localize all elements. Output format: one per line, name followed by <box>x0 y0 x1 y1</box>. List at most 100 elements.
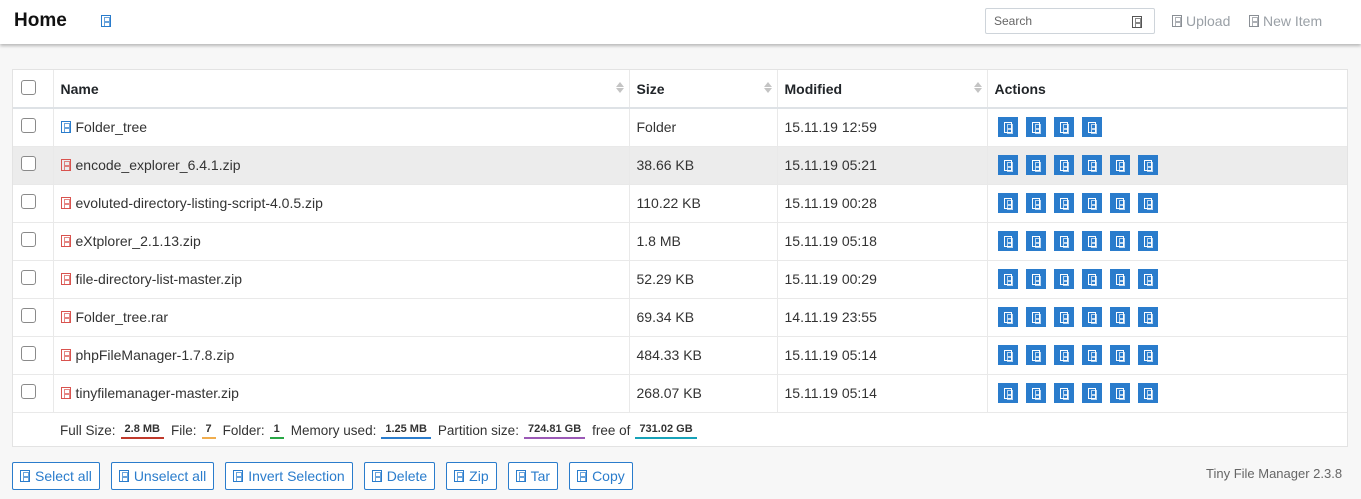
action-edit-button[interactable] <box>997 383 1018 403</box>
page-title[interactable]: Home <box>14 10 67 32</box>
row-checkbox[interactable] <box>21 156 36 171</box>
action-delete-button[interactable] <box>1137 155 1158 175</box>
action-link-button[interactable] <box>1081 193 1102 213</box>
action-download-button[interactable] <box>1109 307 1130 327</box>
table-row[interactable]: evoluted-directory-listing-script-4.0.5.… <box>13 183 1347 222</box>
row-checkbox[interactable] <box>21 232 36 247</box>
upload-link[interactable]: Upload <box>1172 13 1230 29</box>
unselect-all-button[interactable]: Unselect all <box>110 462 215 490</box>
file-link[interactable]: Folder_tree.rar <box>60 309 168 325</box>
action-edit-button[interactable] <box>997 231 1018 251</box>
file-count-label: File: <box>171 422 197 438</box>
file-link[interactable]: eXtplorer_2.1.13.zip <box>60 233 201 249</box>
copy-button[interactable]: Copy <box>569 462 633 490</box>
column-header-name[interactable]: Name <box>53 70 630 109</box>
link-icon <box>1087 197 1097 210</box>
action-rename-button[interactable] <box>1025 193 1046 213</box>
file-link[interactable]: file-directory-list-master.zip <box>60 270 242 287</box>
table-row[interactable]: tinyfilemanager-master.zip 268.07 KB 15.11… <box>13 373 1347 412</box>
column-header-modified[interactable]: Modified <box>777 70 988 109</box>
table-row[interactable]: encode_explorer_6.4.1.zip 38.66 KB 15.11.1… <box>13 145 1347 184</box>
file-link[interactable]: phpFileManager-1.7.8.zip <box>60 347 234 363</box>
search-input[interactable] <box>986 9 1126 33</box>
name-cell: file-directory-list-master.zip <box>53 259 630 298</box>
action-copy-button[interactable] <box>1053 269 1074 289</box>
action-download-button[interactable] <box>1109 345 1130 365</box>
action-rename-button[interactable] <box>1025 345 1046 365</box>
select-all-checkbox[interactable] <box>21 79 36 95</box>
action-link-button[interactable] <box>1081 269 1102 289</box>
name-cell: Folder_tree <box>53 107 630 146</box>
action-download-button[interactable] <box>1109 193 1130 213</box>
edit-icon <box>1003 273 1013 286</box>
row-checkbox[interactable] <box>21 194 36 209</box>
action-rename-button[interactable] <box>1025 231 1046 251</box>
action-copy-button[interactable] <box>1053 117 1074 138</box>
action-delete-button[interactable] <box>1137 345 1158 365</box>
action-edit-button[interactable] <box>997 193 1018 213</box>
table-row[interactable]: Folder_tree.rar 69.34 KB 14.11.19 23:55 <box>13 297 1347 336</box>
action-rename-button[interactable] <box>1025 117 1046 138</box>
row-actions <box>995 117 1348 138</box>
action-delete-button[interactable] <box>1137 383 1158 403</box>
tar-button[interactable]: Tar <box>507 462 559 490</box>
action-link-button[interactable] <box>1081 383 1102 403</box>
row-checkbox[interactable] <box>21 118 36 134</box>
action-link-button[interactable] <box>1081 231 1102 251</box>
action-download-button[interactable] <box>1109 155 1130 175</box>
action-copy-button[interactable] <box>1053 231 1074 251</box>
row-checkbox[interactable] <box>21 308 36 323</box>
column-header-label: Size <box>636 80 665 97</box>
action-edit-button[interactable] <box>997 155 1018 175</box>
action-link-button[interactable] <box>1081 117 1102 138</box>
action-edit-button[interactable] <box>997 269 1018 289</box>
zip-button[interactable]: Zip <box>446 462 497 490</box>
table-row[interactable]: file-directory-list-master.zip 52.29 KB 15… <box>13 259 1347 298</box>
action-rename-button[interactable] <box>1025 383 1046 403</box>
row-checkbox[interactable] <box>21 346 36 361</box>
action-copy-button[interactable] <box>1053 345 1074 365</box>
action-edit-button[interactable] <box>997 117 1018 138</box>
action-rename-button[interactable] <box>1025 307 1046 327</box>
table-row[interactable]: eXtplorer_2.1.13.zip 1.8 MB 15.11.19 05:18 <box>13 221 1347 260</box>
size-cell: 484.33 KB <box>629 335 778 374</box>
column-header-label: Name <box>60 80 99 97</box>
action-copy-button[interactable] <box>1053 193 1074 213</box>
select-all-button[interactable]: Select all <box>12 462 100 490</box>
action-edit-button[interactable] <box>997 307 1018 327</box>
file-link[interactable]: evoluted-directory-listing-script-4.0.5.… <box>60 195 323 211</box>
file-link[interactable]: tinyfilemanager-master.zip <box>60 385 239 401</box>
file-name-text: file-directory-list-master.zip <box>75 270 242 287</box>
action-download-button[interactable] <box>1109 269 1130 289</box>
file-archive-icon <box>60 196 71 209</box>
action-copy-button[interactable] <box>1053 155 1074 175</box>
action-delete-button[interactable] <box>1137 269 1158 289</box>
action-copy-button[interactable] <box>1053 307 1074 327</box>
column-header-size[interactable]: Size <box>629 70 778 109</box>
invert-selection-button[interactable]: Invert Selection <box>225 462 353 490</box>
search-icon[interactable] <box>1132 16 1142 29</box>
delete-button[interactable]: Delete <box>363 462 436 490</box>
action-copy-button[interactable] <box>1053 383 1074 403</box>
action-link-button[interactable] <box>1081 307 1102 327</box>
row-checkbox[interactable] <box>21 384 36 399</box>
rename-icon <box>1031 273 1041 286</box>
action-download-button[interactable] <box>1109 383 1130 403</box>
action-link-button[interactable] <box>1081 345 1102 365</box>
action-rename-button[interactable] <box>1025 155 1046 175</box>
table-row[interactable]: phpFileManager-1.7.8.zip 484.33 KB 15.11.1… <box>13 335 1347 374</box>
column-header-label: Actions <box>994 80 1046 97</box>
action-rename-button[interactable] <box>1025 269 1046 289</box>
new-item-link[interactable]: New Item <box>1249 13 1322 29</box>
file-link[interactable]: encode_explorer_6.4.1.zip <box>60 157 241 173</box>
file-archive-icon <box>60 348 71 361</box>
action-link-button[interactable] <box>1081 155 1102 175</box>
action-delete-button[interactable] <box>1137 231 1158 251</box>
action-edit-button[interactable] <box>997 345 1018 365</box>
table-row[interactable]: Folder_tree Folder 15.11.19 12:59 <box>13 107 1348 146</box>
action-delete-button[interactable] <box>1137 193 1158 213</box>
action-delete-button[interactable] <box>1137 307 1158 327</box>
file-link[interactable]: Folder_tree <box>60 119 147 135</box>
action-download-button[interactable] <box>1109 231 1130 251</box>
row-checkbox[interactable] <box>21 270 36 285</box>
